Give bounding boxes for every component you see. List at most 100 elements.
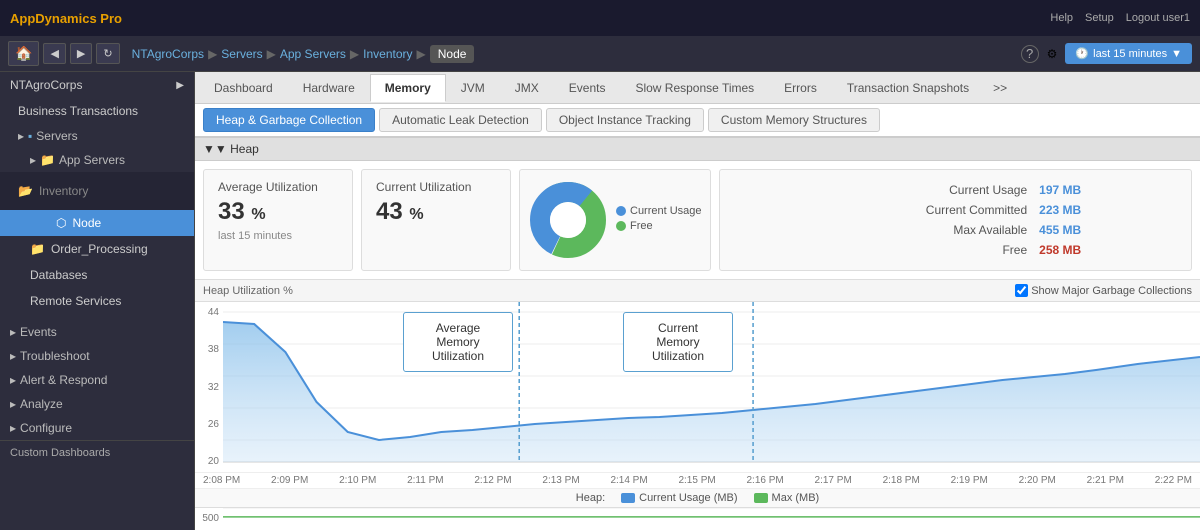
- sidebar-label-node: Node: [72, 216, 101, 230]
- folder-icon: 📁: [40, 153, 55, 167]
- x-label-8: 2:16 PM: [747, 475, 784, 486]
- x-label-9: 2:17 PM: [815, 475, 852, 486]
- back-button[interactable]: ◀: [43, 43, 65, 64]
- tab-memory[interactable]: Memory: [370, 74, 446, 102]
- settings-icon[interactable]: ⚙: [1047, 47, 1058, 61]
- legend-current-usage: Current Usage: [616, 205, 702, 217]
- sidebar-item-inventory[interactable]: 📂 Inventory: [10, 178, 184, 204]
- tab-slow-response[interactable]: Slow Response Times: [620, 74, 769, 101]
- table-row-max-available: Max Available 455 MB: [736, 220, 1175, 240]
- sidebar-item-business-transactions[interactable]: Business Transactions: [0, 98, 194, 124]
- legend-color-max: [754, 493, 768, 503]
- x-label-10: 2:18 PM: [883, 475, 920, 486]
- arrow-icon-troubleshoot: ▸: [10, 349, 16, 363]
- table-row-free: Free 258 MB: [736, 240, 1175, 260]
- x-label-12: 2:20 PM: [1019, 475, 1056, 486]
- sidebar-item-configure[interactable]: ▸ Configure: [0, 416, 194, 440]
- avg-utilization-card: Average Utilization 33 % last 15 minutes: [203, 169, 353, 271]
- tab-errors[interactable]: Errors: [769, 74, 832, 101]
- chart-toolbar: Heap Utilization % Show Major Garbage Co…: [195, 280, 1200, 302]
- legend-label-free: Free: [630, 220, 653, 232]
- sidebar-label-databases: Databases: [30, 268, 87, 282]
- donut-chart-card: Current Usage Free: [519, 169, 711, 271]
- x-axis: 2:08 PM 2:09 PM 2:10 PM 2:11 PM 2:12 PM …: [195, 472, 1200, 488]
- donut-chart: [528, 180, 608, 260]
- sidebar-item-node[interactable]: ⬡ Node: [0, 210, 194, 236]
- subtab-custom-memory[interactable]: Custom Memory Structures: [708, 108, 880, 132]
- donut-legend: Current Usage Free: [616, 205, 702, 235]
- home-button[interactable]: 🏠: [8, 41, 39, 66]
- x-label-3: 2:11 PM: [407, 475, 444, 486]
- sidebar-item-alert-respond[interactable]: ▸ Alert & Respond: [0, 368, 194, 392]
- sidebar-item-remote-services[interactable]: Remote Services: [0, 288, 194, 314]
- avg-util-label: Average Utilization: [218, 180, 338, 194]
- sidebar-item-order-processing[interactable]: 📁 Order_Processing: [0, 236, 194, 262]
- time-filter-button[interactable]: 🕐 last 15 minutes ▼: [1065, 43, 1192, 64]
- section-arrow-icon: ▼: [203, 142, 215, 156]
- tab-jvm[interactable]: JVM: [446, 74, 500, 101]
- sidebar-group-servers[interactable]: ▸ ▪ Servers: [0, 124, 194, 148]
- help-link[interactable]: Help: [1050, 12, 1073, 24]
- top-bar: AppDynamics Pro Help Setup Logout user1: [0, 0, 1200, 36]
- help-icon[interactable]: ?: [1021, 45, 1039, 63]
- sidebar-group-app-servers[interactable]: ▸ 📁 App Servers: [0, 148, 194, 172]
- tab-hardware[interactable]: Hardware: [288, 74, 370, 101]
- main-layout: NTAgroCorps ▶ Business Transactions ▸ ▪ …: [0, 72, 1200, 530]
- stat-label-free: Free: [736, 240, 1034, 260]
- server-icon: ▪: [28, 129, 32, 143]
- subtab-object-tracking[interactable]: Object Instance Tracking: [546, 108, 704, 132]
- custom-dashboards[interactable]: Custom Dashboards: [0, 440, 194, 465]
- tab-events[interactable]: Events: [554, 74, 621, 101]
- lower-chart-svg-container: [223, 508, 1200, 530]
- sidebar-item-events[interactable]: ▸ Events: [0, 320, 194, 344]
- arrow-icon-analyze: ▸: [10, 397, 16, 411]
- arrow-icon-events: ▸: [10, 325, 16, 339]
- tab-jmx[interactable]: JMX: [500, 74, 554, 101]
- stat-value-current-committed: 223 MB: [1033, 200, 1175, 220]
- sidebar-label-remote-services: Remote Services: [30, 294, 121, 308]
- sidebar-item-troubleshoot[interactable]: ▸ Troubleshoot: [0, 344, 194, 368]
- breadcrumb-inventory[interactable]: Inventory: [363, 47, 412, 61]
- y-label-38: 38: [199, 344, 219, 355]
- legend-free: Free: [616, 220, 702, 232]
- setup-link[interactable]: Setup: [1085, 12, 1114, 24]
- sidebar-label-org: NTAgroCorps: [10, 78, 82, 92]
- show-gc-label[interactable]: Show Major Garbage Collections: [1015, 284, 1192, 297]
- sidebar-label-events: Events: [20, 325, 57, 339]
- avg-util-unit: %: [251, 206, 265, 223]
- breadcrumb-servers[interactable]: Servers: [221, 47, 262, 61]
- refresh-button[interactable]: ↻: [96, 43, 119, 64]
- sidebar-label-bt: Business Transactions: [18, 104, 138, 118]
- sidebar-item-ntagroCorps[interactable]: NTAgroCorps ▶: [0, 72, 194, 98]
- top-bar-left: AppDynamics Pro: [10, 11, 122, 26]
- tab-bar: Dashboard Hardware Memory JVM JMX Events…: [195, 72, 1200, 104]
- sidebar-item-databases[interactable]: Databases: [0, 262, 194, 288]
- sidebar-label-analyze: Analyze: [20, 397, 63, 411]
- x-label-5: 2:13 PM: [542, 475, 579, 486]
- stats-row: Average Utilization 33 % last 15 minutes…: [195, 161, 1200, 280]
- tab-more[interactable]: >>: [984, 74, 1016, 101]
- breadcrumb-app-servers[interactable]: App Servers: [280, 47, 346, 61]
- show-gc-checkbox[interactable]: [1015, 284, 1028, 297]
- tab-dashboard[interactable]: Dashboard: [199, 74, 288, 101]
- x-label-11: 2:19 PM: [951, 475, 988, 486]
- breadcrumb-ntagroCorps[interactable]: NTAgroCorps: [132, 47, 204, 61]
- tab-snapshots[interactable]: Transaction Snapshots: [832, 74, 984, 101]
- subtab-heap-gc[interactable]: Heap & Garbage Collection: [203, 108, 375, 132]
- x-label-0: 2:08 PM: [203, 475, 240, 486]
- show-gc-text: Show Major Garbage Collections: [1031, 285, 1192, 297]
- stat-value-free: 258 MB: [1033, 240, 1175, 260]
- legend-color-current: [621, 493, 635, 503]
- x-label-13: 2:21 PM: [1087, 475, 1124, 486]
- sidebar-item-analyze[interactable]: ▸ Analyze: [0, 392, 194, 416]
- subtab-leak-detection[interactable]: Automatic Leak Detection: [379, 108, 542, 132]
- legend-label-current-usage: Current Usage (MB): [639, 492, 737, 504]
- nav-right: ? ⚙ 🕐 last 15 minutes ▼: [1021, 43, 1192, 64]
- sidebar-label-alert-respond: Alert & Respond: [20, 373, 107, 387]
- stat-label-current-committed: Current Committed: [736, 200, 1034, 220]
- logout-link[interactable]: Logout user1: [1126, 12, 1190, 24]
- x-label-14: 2:22 PM: [1155, 475, 1192, 486]
- table-row-current-usage: Current Usage 197 MB: [736, 180, 1175, 200]
- heap-chart-container: 44 38 32 26 20: [195, 302, 1200, 472]
- forward-button[interactable]: ▶: [70, 43, 92, 64]
